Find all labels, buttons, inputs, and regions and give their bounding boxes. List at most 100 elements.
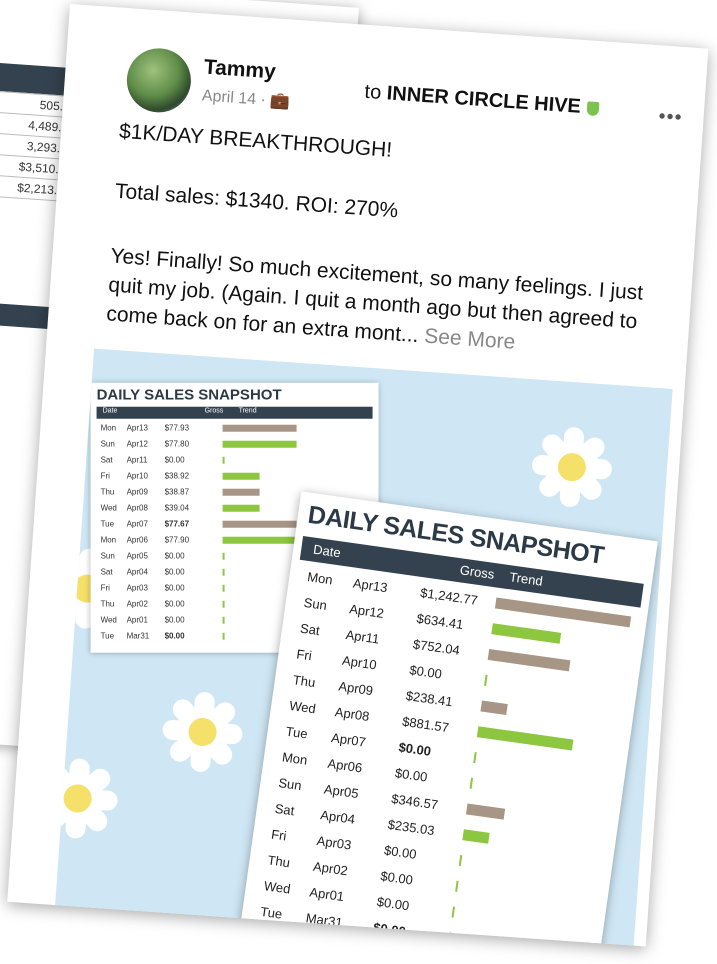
more-options-icon[interactable]: ••• xyxy=(658,105,683,130)
trend-bar xyxy=(222,472,260,480)
row-day: Fri xyxy=(100,471,110,481)
row-day: Thu xyxy=(266,852,291,871)
row-date: Mar31 xyxy=(126,631,150,641)
daisy-icon xyxy=(529,424,614,509)
group-name-link[interactable]: INNER CIRCLE HIVE xyxy=(386,82,582,118)
see-more-link[interactable]: See More xyxy=(424,325,516,354)
trend-bar xyxy=(222,488,260,496)
to-label: to xyxy=(363,80,383,104)
row-day: Wed xyxy=(288,697,317,717)
row-date: Apr06 xyxy=(126,535,148,545)
trend-bar xyxy=(222,632,225,640)
trend-bar xyxy=(222,520,297,528)
row-gross: $0.00 xyxy=(164,583,185,593)
row-gross: $77.90 xyxy=(164,535,190,545)
daisy-icon xyxy=(160,689,245,774)
table-row: Fri Apr10 $38.92 xyxy=(97,469,373,485)
trend-bar xyxy=(473,752,477,764)
row-day: Sat xyxy=(273,800,296,819)
trend-bar xyxy=(222,584,225,592)
author-name[interactable]: Tammy xyxy=(203,56,276,85)
trend-bar xyxy=(451,906,456,918)
small-header-gross: Gross xyxy=(204,407,224,415)
post-body-text: Yes! Finally! So much excitement, so man… xyxy=(105,244,644,348)
shield-icon xyxy=(586,101,600,116)
row-gross: $1,242.77 xyxy=(419,584,479,608)
row-gross: $0.00 xyxy=(164,599,185,609)
trend-bar xyxy=(484,674,488,686)
avatar[interactable] xyxy=(124,46,194,115)
small-snapshot-header: Date Gross Trend xyxy=(96,406,373,419)
trend-bar xyxy=(222,456,225,464)
small-header-trend: Trend xyxy=(238,407,257,415)
row-gross: $752.04 xyxy=(412,636,461,658)
trend-bar xyxy=(222,600,225,608)
row-gross: $77.67 xyxy=(164,519,190,529)
row-gross: $38.87 xyxy=(164,487,190,497)
row-date: Apr02 xyxy=(126,599,148,609)
row-gross: $0.00 xyxy=(383,842,418,862)
row-gross: $77.93 xyxy=(164,423,190,433)
row-day: Mon xyxy=(306,569,334,588)
row-day: Tue xyxy=(100,631,115,641)
row-day: Tue xyxy=(284,723,309,742)
row-gross: $39.04 xyxy=(164,503,190,513)
row-date: Apr05 xyxy=(323,781,360,802)
big-header-date: Date xyxy=(312,541,342,561)
row-date: Apr07 xyxy=(126,519,148,529)
row-date: Apr06 xyxy=(326,755,364,776)
row-day: Thu xyxy=(100,487,115,497)
trend-bar xyxy=(491,623,562,644)
trend-bar xyxy=(465,803,506,820)
trend-bar xyxy=(447,932,452,944)
post-sales-line: Total sales: $1340. ROI: 270% xyxy=(114,179,399,223)
trend-bar xyxy=(222,536,297,544)
row-day: Wed xyxy=(100,503,117,513)
row-date: Apr11 xyxy=(344,626,381,647)
row-gross: $238.41 xyxy=(404,687,454,710)
row-date: Apr07 xyxy=(330,729,367,750)
row-day: Sat xyxy=(100,455,113,465)
table-row: Mon Apr13 $77.93 xyxy=(97,421,373,437)
row-day: Fri xyxy=(100,583,110,593)
row-gross: $0.00 xyxy=(164,551,185,561)
row-date: Apr12 xyxy=(348,601,385,621)
row-gross: $0.00 xyxy=(394,765,429,785)
trend-bar xyxy=(222,504,260,512)
row-gross: $0.00 xyxy=(408,662,443,682)
row-day: Tue xyxy=(100,519,115,529)
row-gross: $634.41 xyxy=(415,610,465,633)
big-header-gross: Gross xyxy=(458,562,496,582)
row-day: Mon xyxy=(100,535,117,545)
post-date[interactable]: April 14 · 💼 xyxy=(201,85,291,111)
post-title: $1K/DAY BREAKTHROUGH! xyxy=(118,119,393,162)
row-date: Apr01 xyxy=(308,884,346,905)
trend-bar xyxy=(469,777,474,789)
row-date: Apr08 xyxy=(333,704,371,724)
trend-bar xyxy=(222,552,225,560)
trend-bar xyxy=(222,440,297,448)
row-date: Apr09 xyxy=(126,487,148,497)
row-date: Apr11 xyxy=(126,455,148,465)
row-gross: $0.00 xyxy=(372,919,407,940)
row-day: Mon xyxy=(100,423,117,433)
post-date-text: April 14 · xyxy=(201,87,267,109)
trend-bar xyxy=(455,880,459,892)
row-day: Mon xyxy=(281,749,309,768)
trend-bar xyxy=(222,424,297,432)
row-gross: $77.80 xyxy=(164,439,190,449)
post-body: Yes! Finally! So much excitement, so man… xyxy=(105,241,670,367)
post-image[interactable]: DAILY SALES SNAPSHOT Date Gross Trend Mo… xyxy=(55,348,673,946)
row-day: Sat xyxy=(299,620,321,639)
small-header-date: Date xyxy=(102,407,118,415)
post-card: Tammy April 14 · 💼 to INNER CIRCLE HIVE … xyxy=(7,4,709,947)
row-day: Fri xyxy=(270,826,288,844)
row-date: Apr10 xyxy=(126,471,148,481)
briefcase-icon: 💼 xyxy=(269,92,291,111)
row-date: Apr03 xyxy=(126,583,148,593)
small-snapshot-title: DAILY SALES SNAPSHOT xyxy=(96,386,282,404)
table-row: Sun Apr12 $77.80 xyxy=(97,437,373,453)
big-sales-snapshot: DAILY SALES SNAPSHOT Date Gross Trend Mo… xyxy=(236,491,658,946)
row-date: Apr09 xyxy=(337,678,375,699)
trend-bar xyxy=(462,829,490,844)
